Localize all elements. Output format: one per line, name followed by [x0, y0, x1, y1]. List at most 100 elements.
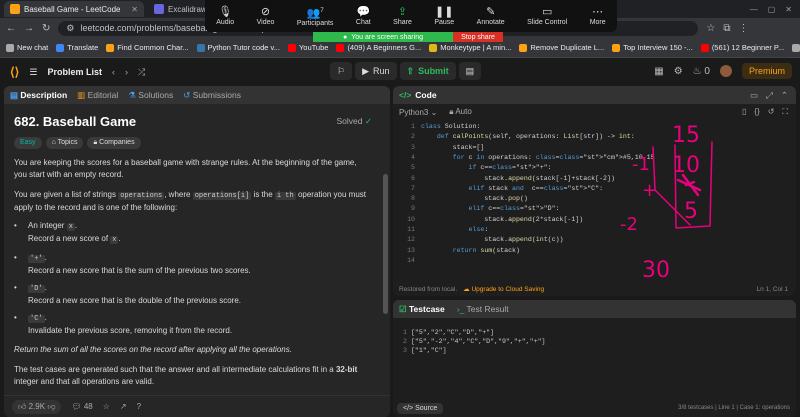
- back-icon[interactable]: ←: [6, 23, 16, 34]
- operations-list: • An integer x. Record a new score of x.…: [14, 220, 380, 336]
- tab-testcase[interactable]: ☑ Testcase: [399, 304, 445, 315]
- problem-list-icon[interactable]: ☰: [29, 67, 37, 78]
- bookmark-item[interactable]: Find Common Char...: [106, 43, 189, 52]
- run-button[interactable]: ▶ Run: [355, 62, 397, 80]
- menu-icon[interactable]: ⋮: [739, 23, 749, 34]
- companies-chip[interactable]: 🔒︎ Companies: [87, 137, 141, 149]
- sharing-indicator: ● You are screen sharing: [313, 32, 453, 42]
- streak-counter[interactable]: ♨ 0: [693, 66, 710, 77]
- bookmark-label: New chat: [17, 43, 49, 52]
- settings-icon[interactable]: ⚙: [674, 66, 683, 77]
- chat-icon: 💬: [356, 6, 371, 18]
- bookmark-item[interactable]: (561) 12 Beginner P...: [700, 43, 784, 52]
- zoom-slide-control-button[interactable]: ▭ Slide Control: [527, 6, 567, 26]
- maximize-icon[interactable]: ▢: [768, 5, 776, 14]
- code-text: stack.append(stack[-1]+stack[-2]): [421, 174, 615, 182]
- paragraph-return: Return the sum of all the scores on the …: [14, 345, 292, 354]
- leetcode-logo-icon[interactable]: ⟨⟩: [10, 65, 19, 79]
- bookmark-icon[interactable]: ▯: [742, 107, 746, 117]
- zoom-annotate-button[interactable]: ✎ Annotate: [477, 6, 505, 26]
- bookmark-label: Top Interview 150 -...: [623, 43, 693, 52]
- source-button[interactable]: </> Source: [397, 402, 444, 414]
- upload-icon: ⇧: [406, 65, 415, 76]
- testcase-line: 1 ["5","2","C","D","+"]: [403, 328, 786, 337]
- expand-icon[interactable]: ⤢: [766, 90, 773, 101]
- tab-submissions[interactable]: ↺ Submissions: [183, 90, 241, 101]
- tab-description[interactable]: ▤ Description: [10, 90, 67, 101]
- extensions-icon[interactable]: ⧉: [723, 23, 730, 34]
- bookmark-item[interactable]: Monkeytype | A min...: [429, 43, 511, 52]
- braces-icon[interactable]: {}: [754, 107, 759, 117]
- auto-toggle[interactable]: 🔒︎ Auto: [449, 107, 472, 117]
- code-text: else:: [468, 226, 489, 233]
- line-number: 14: [407, 256, 415, 264]
- close-icon[interactable]: ✕: [131, 5, 138, 14]
- zoom-audio-button[interactable]: 🎙 Audio: [216, 6, 234, 26]
- chevron-up-icon[interactable]: ⌃: [781, 90, 788, 101]
- zoom-more-button[interactable]: ⋯ More: [590, 6, 606, 26]
- testcase-text: ["1","C"]: [410, 347, 447, 354]
- thumbs-up-icon: 👍︎: [18, 401, 27, 411]
- tab-test-result[interactable]: ›_ Test Result: [457, 304, 509, 314]
- favorite-icon[interactable]: ☆: [103, 402, 110, 411]
- comments-button[interactable]: 💬︎ 48: [71, 402, 92, 411]
- language-select[interactable]: Python3 ⌄: [399, 108, 437, 117]
- collapse-icon[interactable]: ▭: [750, 90, 758, 101]
- scrollbar[interactable]: [383, 174, 388, 314]
- code-text: for c in operations: class=class="st">"c…: [452, 153, 655, 161]
- shuffle-icon[interactable]: ⤮: [138, 67, 145, 78]
- tab-solutions[interactable]: ⚗ Solutions: [128, 90, 173, 101]
- zoom-participants-button[interactable]: 👥7 Participants: [297, 5, 334, 27]
- bookmark-favicon-icon: [287, 43, 296, 52]
- bookmark-item[interactable]: YouTube: [287, 43, 328, 52]
- bookmark-item[interactable]: All Bookmarks: [792, 43, 800, 52]
- minimize-icon[interactable]: —: [750, 5, 758, 14]
- notes-button[interactable]: ▤: [458, 62, 482, 80]
- site-info-icon[interactable]: ⚙: [66, 23, 74, 34]
- pause-icon: ❚❚: [435, 6, 454, 18]
- bookmark-item[interactable]: New chat: [6, 43, 48, 52]
- zoom-share-button[interactable]: ⇪ Share: [393, 6, 412, 26]
- premium-button[interactable]: Premium: [741, 63, 792, 79]
- zoom-video-button[interactable]: ⊘ Video: [257, 6, 275, 26]
- submit-button[interactable]: ⇧ Submit: [399, 62, 456, 80]
- tab-title: Baseball Game - LeetCode: [24, 4, 121, 14]
- avatar[interactable]: [719, 65, 732, 77]
- reload-icon[interactable]: ↻: [42, 23, 50, 34]
- fullscreen-icon[interactable]: ⛶: [782, 107, 788, 117]
- layout-icon[interactable]: ▦: [654, 66, 663, 77]
- bookmark-item[interactable]: Remove Duplicate L...: [519, 43, 604, 52]
- code-editor[interactable]: 1 class Solution: 2 def calPoints(self, op…: [393, 120, 796, 270]
- star-icon[interactable]: ☆: [706, 23, 715, 34]
- zoom-chat-button[interactable]: 💬 Chat: [356, 6, 371, 26]
- tab-editorial[interactable]: ▥ Editorial: [77, 90, 118, 101]
- stop-share-button[interactable]: Stop share: [453, 32, 503, 42]
- list-item: • An integer x. Record a new score of x.: [14, 221, 121, 244]
- line-number: 6: [411, 174, 415, 182]
- zoom-item-label: Slide Control: [527, 19, 568, 26]
- code-text: elif c==class="st">"D":: [468, 205, 560, 213]
- topics-chip[interactable]: ⌂ Topics: [45, 137, 84, 149]
- bookmark-item[interactable]: Top Interview 150 -...: [612, 43, 693, 52]
- play-icon: ▶: [362, 65, 369, 76]
- forward-icon[interactable]: →: [24, 23, 34, 34]
- upgrade-link[interactable]: ☁ Upgrade to Cloud Saving: [463, 285, 544, 293]
- debug-button[interactable]: ⚐: [330, 62, 353, 80]
- testcase-input[interactable]: 1 ["5","2","C","D","+"] 2 ["5","-2","4","C"…: [393, 318, 796, 365]
- tab-leetcode[interactable]: Baseball Game - LeetCode ✕: [4, 1, 144, 17]
- problem-list-link[interactable]: Problem List: [47, 67, 102, 77]
- bookmark-item[interactable]: Python Tutor code v...: [196, 43, 280, 52]
- next-problem-icon[interactable]: ›: [125, 67, 128, 77]
- bookmark-favicon-icon: [106, 43, 115, 52]
- description-body: 682. Baseball Game Solved ✓ Easy ⌂ Topic…: [4, 104, 390, 394]
- difficulty-badge[interactable]: Easy: [14, 137, 42, 149]
- zoom-pause-button[interactable]: ❚❚ Pause: [434, 6, 454, 26]
- share-link-icon[interactable]: ↗: [120, 402, 127, 411]
- help-icon[interactable]: ?: [137, 402, 141, 411]
- like-button[interactable]: 👍︎ 2.9K 👎︎: [12, 399, 62, 414]
- close-window-icon[interactable]: ✕: [785, 5, 792, 14]
- bookmark-item[interactable]: (409) A Beginners G...: [336, 43, 421, 52]
- reset-icon[interactable]: ↺: [768, 107, 775, 117]
- bookmark-item[interactable]: Translate: [56, 43, 98, 52]
- prev-problem-icon[interactable]: ‹: [112, 67, 115, 77]
